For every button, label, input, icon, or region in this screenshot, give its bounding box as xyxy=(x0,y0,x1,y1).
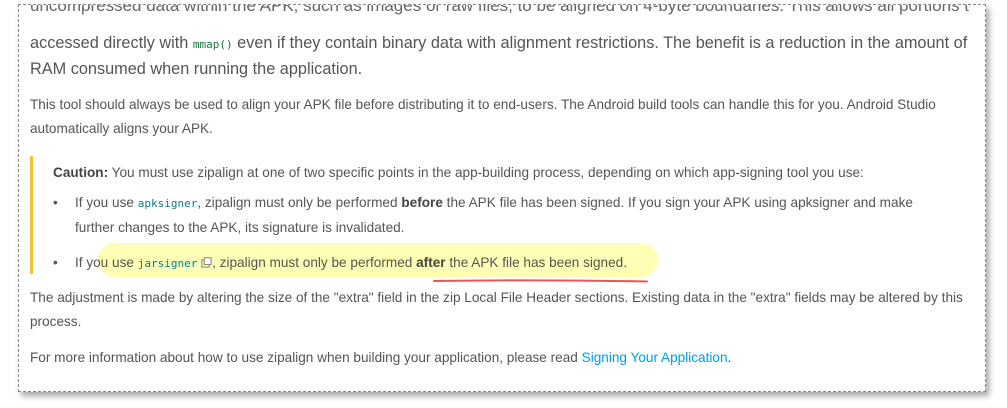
bullet-text: If you use apksigner, zipalign must only… xyxy=(75,191,955,240)
signing-your-application-link[interactable]: Signing Your Application xyxy=(582,350,728,365)
more-info-text: For more information about how to use zi… xyxy=(30,350,582,365)
document-frame: uncompressed data within the APK, such a… xyxy=(18,4,986,392)
red-underline-mark xyxy=(433,279,648,283)
external-link-icon[interactable] xyxy=(201,257,212,268)
bullet2-mid: , zipalign must only be performed xyxy=(212,255,417,270)
more-info-paragraph: For more information about how to use zi… xyxy=(30,346,970,370)
apksigner-link[interactable]: apksigner xyxy=(138,197,198,210)
after-bold: after xyxy=(416,255,446,270)
mmap-code: mmap() xyxy=(192,38,233,51)
caution-text: You must use zipalign at one of two spec… xyxy=(108,165,864,180)
caution-heading: Caution: You must use zipalign at one of… xyxy=(53,161,864,185)
cut-off-top-line: uncompressed data within the APK, such a… xyxy=(30,4,970,15)
bullet2-post: the APK file has been signed. xyxy=(445,255,627,270)
bullet1-pre: If you use xyxy=(75,195,138,210)
adjustment-paragraph: The adjustment is made by altering the s… xyxy=(30,290,963,329)
more-info-end: . xyxy=(727,350,732,365)
bullet-dot: • xyxy=(53,195,58,210)
jarsigner-link[interactable]: jarsigner xyxy=(138,257,198,270)
bullet1-mid: , zipalign must only be performed xyxy=(197,195,402,210)
before-bold: before xyxy=(401,195,443,210)
bullet2-pre: If you use xyxy=(75,255,138,270)
align-paragraph: This tool should always be used to align… xyxy=(30,97,936,136)
lead-paragraph: accessed directly with mmap() even if th… xyxy=(30,31,970,81)
caution-box: Caution: You must use zipalign at one of… xyxy=(30,156,968,283)
lead-text-1: accessed directly with xyxy=(30,34,193,52)
bullet-dot: • xyxy=(53,255,58,270)
caution-label: Caution: xyxy=(53,165,109,180)
bullet-text: If you use jarsigner , zipalign must onl… xyxy=(75,251,955,276)
